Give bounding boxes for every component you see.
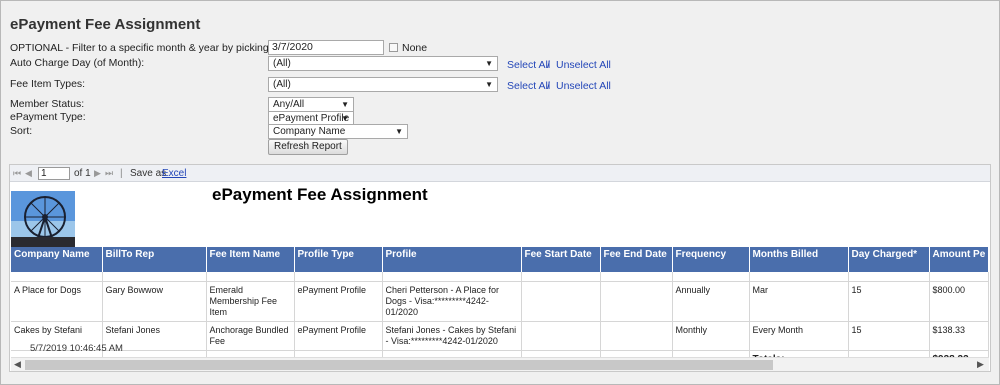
table-cell: Annually	[672, 281, 750, 322]
column-header[interactable]: Fee Start Date	[521, 247, 601, 272]
fee-item-select-all-link[interactable]: Select All	[507, 80, 550, 92]
fee-item-unselect-all-link[interactable]: Unselect All	[556, 80, 611, 92]
table-cell: Every Month	[749, 321, 849, 351]
sort-value: Company Name	[273, 126, 346, 137]
table-cell: ePayment Profile	[294, 281, 383, 322]
none-checkbox[interactable]	[389, 43, 398, 52]
column-header[interactable]: BillTo Rep	[102, 247, 207, 272]
last-page-icon[interactable]: ⏭	[105, 168, 113, 179]
fee-item-types-select[interactable]: (All) ▼	[268, 77, 498, 92]
table-spacer-row	[11, 272, 990, 282]
next-page-icon[interactable]: ▶	[94, 168, 101, 179]
ferris-wheel-logo	[11, 191, 75, 247]
column-header[interactable]: Frequency	[672, 247, 750, 272]
table-header-row: Company Name BillTo Rep Fee Item Name Pr…	[11, 247, 990, 272]
table-cell: Monthly	[672, 321, 750, 351]
first-page-icon[interactable]: ⏮	[13, 168, 21, 179]
table-cell	[521, 281, 601, 322]
table-cell: Stefani Jones - Cakes by Stefani - Visa:…	[382, 321, 522, 351]
table-cell	[521, 321, 601, 351]
report-viewer: ⏮ ◀ 1 of 1 ▶ ⏭ | Save as Excel ePayment …	[9, 164, 991, 372]
link-separator: /	[547, 80, 550, 92]
column-header[interactable]: Fee End Date	[600, 247, 673, 272]
report-timestamp: 5/7/2019 10:46:45 AM	[30, 343, 123, 354]
table-cell: $138.33	[929, 321, 990, 351]
table-cell: 15	[848, 321, 930, 351]
auto-charge-select-all-link[interactable]: Select All	[507, 59, 550, 71]
auto-charge-label: Auto Charge Day (of Month):	[10, 57, 145, 69]
table-cell	[600, 321, 673, 351]
column-header[interactable]: Day Charged*	[848, 247, 930, 272]
table-cell: ePayment Profile	[294, 321, 383, 351]
table-cell: Anchorage Bundled Fee	[206, 321, 295, 351]
epayment-type-value: ePayment Profile	[273, 113, 350, 124]
epayment-type-label: ePayment Type:	[10, 111, 86, 123]
table-cell: 15	[848, 281, 930, 322]
excel-export-link[interactable]: Excel	[162, 168, 186, 179]
dropdown-arrow-icon: ▼	[485, 80, 493, 89]
sort-label: Sort:	[10, 125, 33, 137]
dropdown-arrow-icon: ▼	[485, 59, 493, 68]
save-as-label: Save as	[130, 168, 167, 179]
column-header[interactable]: Amount Pe	[929, 247, 990, 272]
column-header[interactable]: Profile	[382, 247, 522, 272]
auto-charge-unselect-all-link[interactable]: Unselect All	[556, 59, 611, 71]
table-cell: Gary Bowwow	[102, 281, 207, 322]
column-header[interactable]: Company Name	[11, 247, 103, 272]
member-status-select[interactable]: Any/All ▼	[268, 97, 354, 112]
toolbar-divider: |	[120, 168, 123, 179]
table-cell: A Place for Dogs	[11, 281, 103, 322]
table-cell: Cheri Petterson - A Place for Dogs - Vis…	[382, 281, 522, 322]
scroll-left-icon[interactable]: ◀	[14, 359, 21, 370]
date-input[interactable]: 3/7/2020	[268, 40, 384, 55]
table-cell	[600, 281, 673, 322]
column-header[interactable]: Months Billed	[749, 247, 849, 272]
table-row: A Place for Dogs Gary Bowwow Emerald Mem…	[11, 281, 990, 322]
member-status-value: Any/All	[273, 99, 305, 110]
horizontal-scrollbar[interactable]: ◀ ▶	[11, 357, 989, 371]
report-toolbar: ⏮ ◀ 1 of 1 ▶ ⏭ | Save as Excel	[10, 165, 990, 182]
table-cell: $800.00	[929, 281, 990, 322]
refresh-report-button[interactable]: Refresh Report	[268, 139, 348, 155]
scroll-right-icon[interactable]: ▶	[977, 359, 984, 370]
page-title: ePayment Fee Assignment	[10, 16, 201, 33]
page-count: of 1	[74, 168, 91, 179]
fee-item-types-label: Fee Item Types:	[10, 78, 86, 90]
auto-charge-value: (All)	[273, 58, 291, 69]
dropdown-arrow-icon: ▼	[341, 100, 349, 109]
column-header[interactable]: Profile Type	[294, 247, 383, 272]
sort-select[interactable]: Company Name ▼	[268, 124, 408, 139]
table-row: Cakes by Stefani Stefani Jones Anchorage…	[11, 321, 990, 351]
scrollbar-thumb[interactable]	[25, 360, 773, 370]
link-separator: /	[547, 59, 550, 71]
report-table: Company Name BillTo Rep Fee Item Name Pr…	[11, 247, 990, 369]
column-header[interactable]: Fee Item Name	[206, 247, 295, 272]
page-number-input[interactable]: 1	[38, 167, 70, 180]
report-title: ePayment Fee Assignment	[212, 185, 428, 204]
none-label: None	[402, 42, 428, 54]
member-status-label: Member Status:	[10, 98, 85, 110]
date-filter-label: OPTIONAL - Filter to a specific month & …	[10, 42, 304, 54]
table-cell: Mar	[749, 281, 849, 322]
prev-page-icon[interactable]: ◀	[25, 168, 32, 179]
dropdown-arrow-icon: ▼	[395, 127, 403, 136]
fee-item-types-value: (All)	[273, 79, 291, 90]
auto-charge-select[interactable]: (All) ▼	[268, 56, 498, 71]
table-cell: Emerald Membership Fee Item	[206, 281, 295, 322]
